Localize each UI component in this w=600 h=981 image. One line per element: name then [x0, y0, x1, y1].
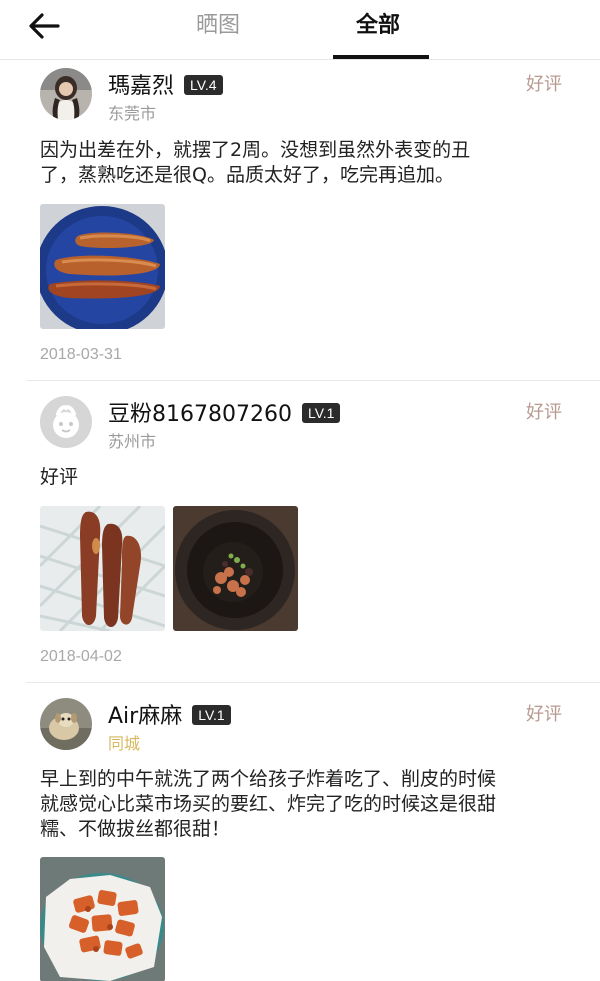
- user-city: 同城: [108, 734, 141, 753]
- divider: [26, 682, 600, 683]
- divider: [26, 380, 600, 381]
- user-level-badge: LV.1: [192, 705, 231, 725]
- tab-photos[interactable]: 晒图: [196, 10, 240, 42]
- review-text: 因为出差在外，就摆了2周。没想到虽然外表变的丑 了，蒸熟吃还是很Q。品质太好了，…: [40, 139, 471, 186]
- user-avatar[interactable]: [40, 68, 92, 120]
- user-level-badge: LV.1: [301, 403, 341, 423]
- username[interactable]: Air麻麻 LV.1: [108, 698, 231, 730]
- rating-label: 好评: [526, 704, 562, 725]
- review-date: 2018-03-31: [40, 346, 122, 363]
- username[interactable]: 豆粉8167807260 LV.1: [108, 396, 341, 428]
- user-avatar[interactable]: [40, 698, 92, 750]
- review-photo[interactable]: [40, 506, 165, 631]
- review-photo[interactable]: [173, 506, 298, 631]
- review-text: 早上到的中午就洗了两个给孩子炸着吃了、削皮的时候 就感觉心比菜市场买的要红、炸完…: [40, 768, 497, 840]
- active-tab-indicator: [333, 55, 429, 59]
- top-navigation-bar: 晒图 全部: [0, 0, 600, 60]
- review-photo[interactable]: [40, 204, 165, 329]
- user-city: 苏州市: [108, 432, 157, 451]
- review-photo[interactable]: [40, 857, 165, 981]
- review-text: 好评: [40, 466, 79, 488]
- review-date: 2018-04-02: [40, 648, 122, 665]
- tab-all[interactable]: 全部: [356, 10, 400, 42]
- user-level-badge: LV.4: [184, 75, 223, 95]
- user-avatar[interactable]: [40, 396, 92, 448]
- rating-label: 好评: [526, 402, 562, 423]
- username[interactable]: 瑪嘉烈 LV.4: [108, 68, 223, 100]
- user-city: 东莞市: [108, 104, 157, 123]
- rating-label: 好评: [526, 74, 562, 95]
- back-arrow-icon[interactable]: [24, 10, 64, 42]
